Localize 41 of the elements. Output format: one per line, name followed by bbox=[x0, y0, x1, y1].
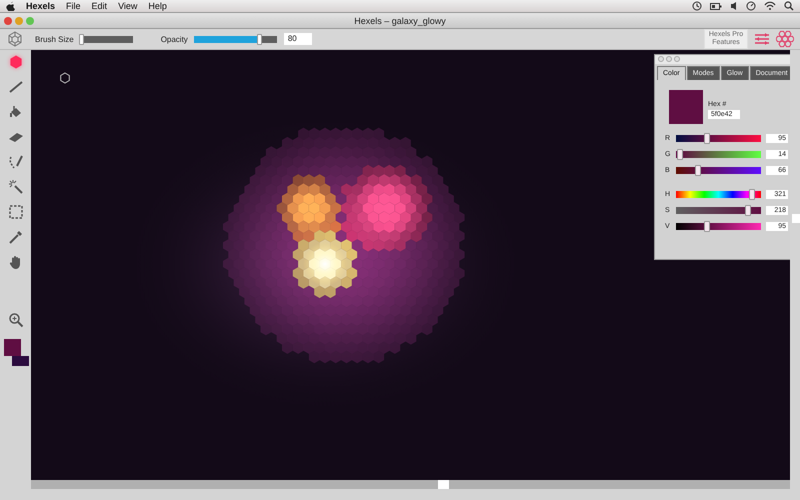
gauge-icon[interactable] bbox=[746, 1, 756, 11]
brush-size-label: Brush Size bbox=[35, 34, 74, 44]
menu-item[interactable]: Help bbox=[148, 1, 167, 11]
brush-size-slider[interactable] bbox=[80, 36, 133, 42]
speaker-icon[interactable] bbox=[730, 1, 738, 11]
opacity-slider[interactable] bbox=[194, 36, 277, 42]
scrollbar-thumb[interactable] bbox=[792, 214, 800, 223]
close-button[interactable] bbox=[4, 16, 12, 24]
hex-grid-icon[interactable] bbox=[776, 30, 794, 48]
menu-item[interactable]: File bbox=[66, 1, 81, 11]
marquee-select-icon[interactable] bbox=[8, 204, 24, 220]
apple-icon bbox=[6, 1, 15, 11]
clock-icon[interactable] bbox=[692, 1, 702, 11]
zoom-icon[interactable] bbox=[8, 312, 24, 328]
line-tool-icon[interactable] bbox=[8, 79, 24, 95]
scrollbar-thumb[interactable] bbox=[438, 480, 449, 489]
channel-slider[interactable] bbox=[676, 190, 761, 198]
hexels-logo-icon bbox=[7, 31, 23, 47]
hexagon-cursor-icon bbox=[59, 72, 71, 84]
menu-item[interactable]: Edit bbox=[92, 1, 108, 11]
battery-icon[interactable] bbox=[710, 2, 722, 10]
opacity-field[interactable]: 80 bbox=[284, 33, 312, 45]
wifi-icon[interactable] bbox=[764, 1, 776, 11]
menu-item[interactable]: View bbox=[118, 1, 138, 11]
lasso-icon[interactable] bbox=[8, 154, 24, 170]
sliders-icon[interactable] bbox=[754, 31, 770, 47]
search-icon[interactable] bbox=[784, 1, 794, 11]
app-menu[interactable]: Hexels bbox=[26, 1, 56, 11]
secondary-color-swatch[interactable] bbox=[12, 356, 28, 366]
channel-slider[interactable] bbox=[676, 222, 761, 230]
window-title: Hexels – galaxy_glowy bbox=[353, 16, 447, 26]
channel-slider[interactable] bbox=[676, 150, 761, 158]
primary-color-swatch[interactable] bbox=[4, 339, 20, 356]
eyedropper-icon[interactable] bbox=[8, 229, 24, 245]
paint-bucket-icon[interactable] bbox=[8, 104, 24, 120]
channel-slider[interactable] bbox=[676, 206, 761, 214]
channel-slider[interactable] bbox=[676, 134, 761, 142]
opacity-label: Opacity bbox=[160, 34, 188, 44]
magic-wand-icon[interactable] bbox=[8, 179, 24, 195]
color-preview bbox=[669, 90, 703, 124]
channel-slider[interactable] bbox=[676, 166, 761, 174]
